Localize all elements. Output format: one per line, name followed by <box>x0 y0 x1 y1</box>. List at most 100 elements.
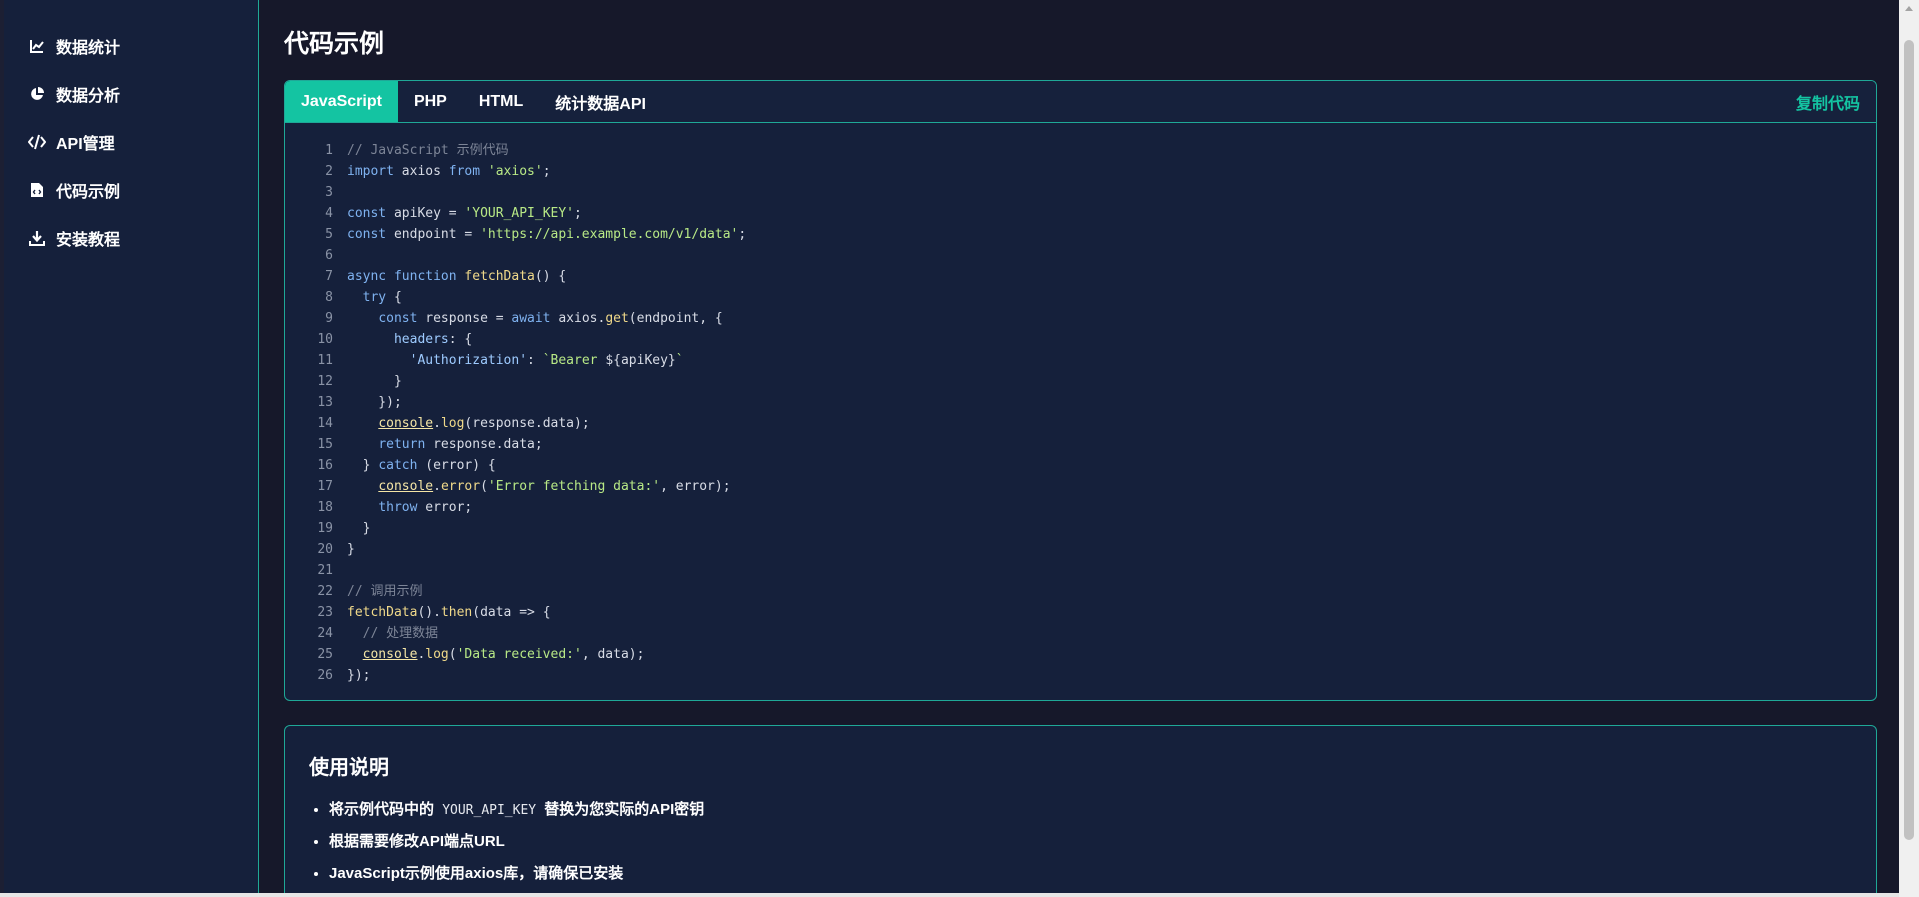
code-text: } catch (error) { <box>347 458 496 473</box>
code-text: // 处理数据 <box>347 626 439 641</box>
line-chart-icon <box>28 37 46 55</box>
line-number: 5 <box>325 227 333 242</box>
code-text: throw error; <box>378 500 473 515</box>
sidebar-item-label: 数据统计 <box>56 40 121 57</box>
code-text: }); <box>347 395 402 410</box>
tab-php[interactable]: PHP <box>398 81 463 122</box>
code-line: 11 'Authorization': `Bearer ${apiKey}` <box>285 350 1876 371</box>
code-line: 6 <box>285 245 1876 266</box>
code-line: 5 const endpoint = 'https://api.example.c… <box>285 224 1876 245</box>
line-number: 1 <box>325 143 333 158</box>
code-text: const apiKey = 'YOUR_API_KEY'; <box>347 206 582 221</box>
code-text: // JavaScript 示例代码 <box>347 143 509 158</box>
code-text: console.log(response.data); <box>378 416 590 431</box>
line-number: 11 <box>317 353 333 368</box>
code-line: 8 try { <box>285 287 1876 308</box>
code-text: } <box>347 374 402 389</box>
code-line: 1 // JavaScript 示例代码 <box>285 140 1876 161</box>
code-text: console.log('Data received:', data); <box>362 647 645 662</box>
sidebar-item-analysis[interactable]: 数据分析 <box>4 70 258 118</box>
code-text: import axios from 'axios'; <box>347 164 551 179</box>
usage-panel: 使用说明 将示例代码中的 YOUR_API_KEY 替换为您实际的API密钥 根… <box>284 725 1877 897</box>
list-item: 根据需要修改API端点URL <box>329 826 1852 858</box>
code-text: console.error('Error fetching data:', er… <box>378 479 731 494</box>
line-number: 2 <box>325 164 333 179</box>
file-code-icon <box>28 181 46 199</box>
code-line: 7 async function fetchData() { <box>285 266 1876 287</box>
sidebar-item-code-examples[interactable]: 代码示例 <box>4 166 258 214</box>
sidebar: 数据统计 数据分析 API管理 代码示例 安装教程 <box>4 0 259 897</box>
sidebar-item-label: 数据分析 <box>56 88 121 105</box>
sidebar-item-install[interactable]: 安装教程 <box>4 214 258 262</box>
code-line: 12 } <box>285 371 1876 392</box>
tab-html[interactable]: HTML <box>463 81 539 122</box>
line-number: 17 <box>317 479 333 494</box>
code-line: 21 <box>285 560 1876 581</box>
copy-code-button[interactable]: 复制代码 <box>1796 81 1860 122</box>
language-tabs: JavaScript PHP HTML 统计数据API 复制代码 <box>285 81 1876 123</box>
usage-text: 将示例代码中的 <box>329 801 435 818</box>
sidebar-item-label: 代码示例 <box>56 184 121 201</box>
line-number: 19 <box>317 521 333 536</box>
tab-stats-api[interactable]: 统计数据API <box>539 81 662 122</box>
code-text: async function fetchData() { <box>347 269 567 284</box>
code-line: 3 <box>285 182 1876 203</box>
code-text: fetchData().then(data => { <box>347 605 551 620</box>
inline-code: YOUR_API_KEY <box>442 803 537 818</box>
code-line: 26}); <box>285 665 1876 686</box>
download-icon <box>28 229 46 247</box>
line-number: 3 <box>325 185 333 200</box>
code-line: 23 fetchData().then(data => { <box>285 602 1876 623</box>
usage-list: 将示例代码中的 YOUR_API_KEY 替换为您实际的API密钥 根据需要修改… <box>309 794 1852 890</box>
line-number: 9 <box>325 311 333 326</box>
line-number: 15 <box>317 437 333 452</box>
code-text: return response.data; <box>378 437 543 452</box>
usage-title: 使用说明 <box>309 757 389 779</box>
code-line: 15 return response.data; <box>285 434 1876 455</box>
code-text: // 调用示例 <box>347 584 423 599</box>
code-line: 2 import axios from 'axios'; <box>285 161 1876 182</box>
code-line: 25 console.log('Data received:', data); <box>285 644 1876 665</box>
usage-text: 替换为您实际的API密钥 <box>544 801 705 818</box>
code-text: const response = await axios.get(endpoin… <box>378 311 723 326</box>
line-number: 16 <box>317 458 333 473</box>
code-line: 13 }); <box>285 392 1876 413</box>
code-text: 'Authorization': `Bearer ${apiKey}` <box>409 353 684 368</box>
sidebar-item-stats[interactable]: 数据统计 <box>4 22 258 70</box>
line-number: 24 <box>317 626 333 641</box>
code-line: 17 console.error('Error fetching data:',… <box>285 476 1876 497</box>
usage-text: 根据需要修改API端点URL <box>329 833 505 850</box>
scroll-thumb[interactable] <box>1904 40 1914 840</box>
code-line: 16 } catch (error) { <box>285 455 1876 476</box>
code-line: 24 // 处理数据 <box>285 623 1876 644</box>
line-number: 25 <box>317 647 333 662</box>
line-number: 26 <box>317 668 333 683</box>
code-line: 20} <box>285 539 1876 560</box>
line-number: 20 <box>317 542 333 557</box>
line-number: 22 <box>317 584 333 599</box>
page-scrollbar[interactable] <box>1899 0 1919 897</box>
main-content: 代码示例 JavaScript PHP HTML 统计数据API 复制代码 1 /… <box>259 0 1899 897</box>
code-text: }); <box>347 668 371 683</box>
tab-javascript[interactable]: JavaScript <box>285 81 398 122</box>
sidebar-item-api[interactable]: API管理 <box>4 118 258 166</box>
horizontal-edge <box>0 893 1899 897</box>
code-icon <box>28 133 46 151</box>
line-number: 8 <box>325 290 333 305</box>
code-line: 18 throw error; <box>285 497 1876 518</box>
code-block: 1 // JavaScript 示例代码 2 import axios from 'a… <box>285 123 1876 686</box>
code-line: 14 console.log(response.data); <box>285 413 1876 434</box>
line-number: 12 <box>317 374 333 389</box>
code-line: 4 const apiKey = 'YOUR_API_KEY'; <box>285 203 1876 224</box>
scroll-up-icon[interactable] <box>1905 6 1913 11</box>
code-line: 9 const response = await axios.get(endpo… <box>285 308 1876 329</box>
list-item: 将示例代码中的 YOUR_API_KEY 替换为您实际的API密钥 <box>329 794 1852 826</box>
line-number: 13 <box>317 395 333 410</box>
code-text: try { <box>362 290 402 305</box>
page: 数据统计 数据分析 API管理 代码示例 安装教程 代码示例 JavaScrip… <box>0 0 1919 897</box>
line-number: 4 <box>325 206 333 221</box>
code-text: } <box>347 521 371 536</box>
usage-text: JavaScript示例使用axios库，请确保已安装 <box>329 865 624 882</box>
code-line: 10 headers: { <box>285 329 1876 350</box>
line-number: 7 <box>325 269 333 284</box>
